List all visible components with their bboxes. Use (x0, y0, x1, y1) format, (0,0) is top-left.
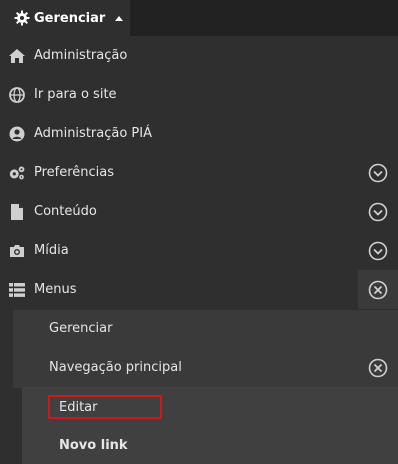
file-icon (8, 203, 26, 221)
menu-item-label: Administração (34, 48, 128, 63)
menu-item-label: Preferências (34, 165, 115, 180)
menu-item-preferencias[interactable]: Preferências (0, 153, 398, 192)
user-icon (8, 125, 26, 143)
top-bar: Gerenciar (0, 0, 398, 36)
manage-label: Gerenciar (34, 10, 106, 26)
submenu-item-novo-link[interactable]: Novo link (22, 426, 398, 464)
submenu-item-gerenciar[interactable]: Gerenciar (13, 309, 398, 348)
menu-item-label: Conteúdo (34, 204, 97, 219)
submenu-item-label: Navegação principal (49, 360, 182, 375)
menu-item-administracao[interactable]: Administração (0, 36, 398, 75)
menu-item-conteudo[interactable]: Conteúdo (0, 192, 398, 231)
menu-item-ir-para-o-site[interactable]: Ir para o site (0, 75, 398, 114)
menu-item-midia[interactable]: Mídia (0, 231, 398, 270)
close-circle-icon[interactable] (368, 358, 388, 378)
submenu-item-label: Gerenciar (49, 321, 113, 336)
close-circle-icon[interactable] (368, 280, 388, 300)
submenu-item-navegacao-principal[interactable]: Navegação principal (13, 348, 398, 387)
menu-item-administracao-pia[interactable]: Administração PIÁ (0, 114, 398, 153)
manage-toggle-button[interactable]: Gerenciar (0, 0, 130, 36)
menu-item-label: Administração PIÁ (34, 126, 152, 141)
gear-icon (14, 10, 30, 26)
camera-icon (8, 242, 26, 260)
menu-item-label: Menus (34, 282, 77, 297)
menu-item-menus[interactable]: Menus (0, 270, 398, 309)
cogs-icon (8, 164, 26, 182)
home-icon (8, 47, 26, 65)
submenu-item-label: Novo link (59, 437, 128, 453)
menu-item-label: Ir para o site (34, 87, 117, 102)
chevron-down-icon[interactable] (368, 163, 388, 183)
highlight-box (48, 395, 162, 419)
globe-icon (8, 86, 26, 104)
list-icon (8, 281, 26, 299)
chevron-down-icon[interactable] (368, 241, 388, 261)
menu-item-label: Mídia (34, 243, 69, 258)
chevron-down-icon[interactable] (368, 202, 388, 222)
caret-up-icon (115, 15, 124, 21)
